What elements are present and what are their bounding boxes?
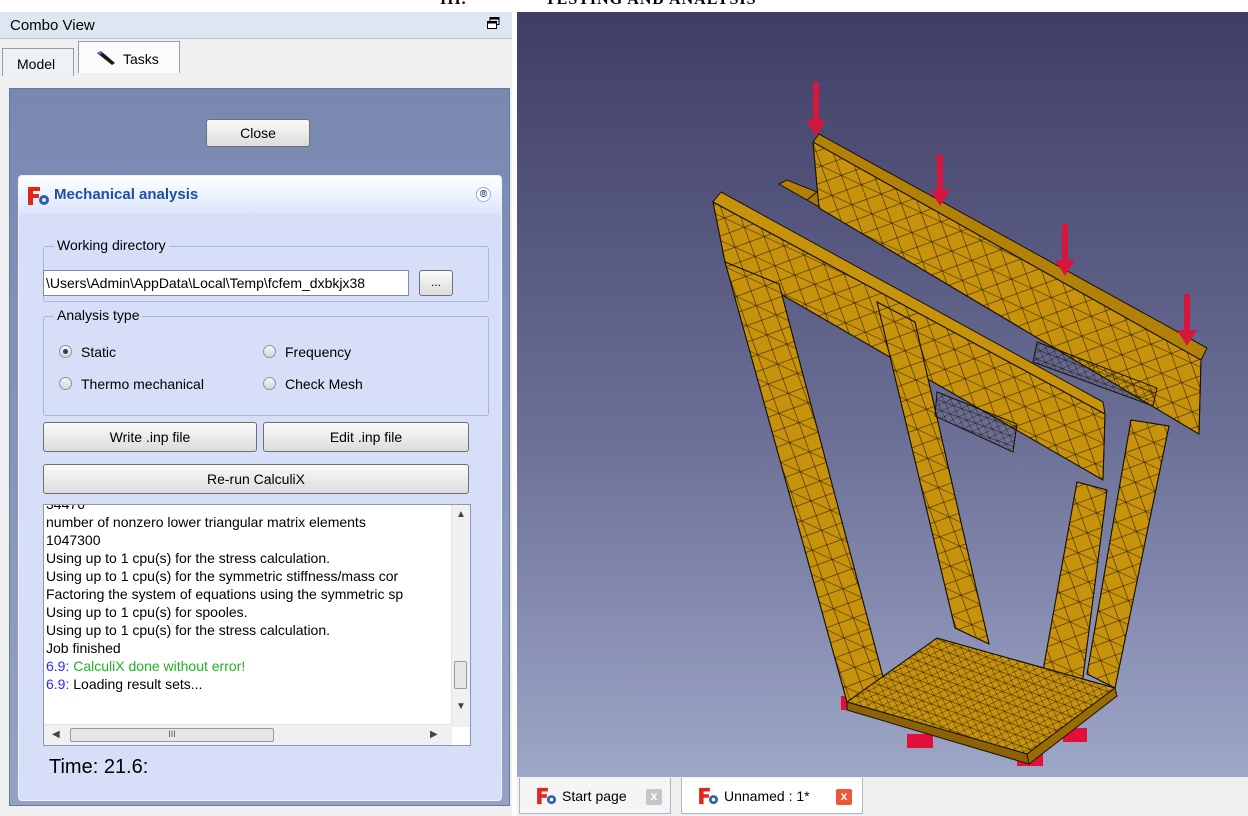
radio-static-label: Static xyxy=(81,344,117,360)
bracket-mesh xyxy=(712,133,1208,765)
log-horizontal-scrollbar[interactable]: ◀ III ▶ xyxy=(44,724,452,745)
close-tab-icon[interactable]: x xyxy=(836,789,852,805)
radio-frequency-label: Frequency xyxy=(285,344,352,360)
log-lines: 34476 number of nonzero lower triangular… xyxy=(46,504,446,693)
radio-indicator xyxy=(59,345,72,358)
log-vertical-scrollbar[interactable]: ▲ ▼ xyxy=(451,505,470,727)
scroll-thumb[interactable] xyxy=(454,661,467,689)
working-directory-input[interactable]: \Users\Admin\AppData\Local\Temp\fcfem_dx… xyxy=(43,270,409,296)
write-inp-button[interactable]: Write .inp file xyxy=(43,422,257,452)
log-status-line: 6.9: Loading result sets... xyxy=(46,675,446,693)
undock-icon[interactable] xyxy=(487,17,500,29)
log-line: Using up to 1 cpu(s) for the symmetric s… xyxy=(46,568,399,584)
tab-model[interactable]: Model xyxy=(2,48,74,76)
browse-button[interactable]: ... xyxy=(419,270,453,296)
elapsed-time: Time: 21.6: xyxy=(49,756,149,778)
tab-unnamed-document[interactable]: Unnamed : 1* x xyxy=(681,778,863,814)
rerun-calculix-button[interactable]: Re-run CalculiX xyxy=(43,464,469,494)
close-button[interactable]: Close xyxy=(206,119,310,147)
log-line: 34476 xyxy=(46,504,85,512)
working-directory-label: Working directory xyxy=(54,237,169,253)
log-line: Using up to 1 cpu(s) for the stress calc… xyxy=(46,550,331,566)
log-line: number of nonzero lower triangular matri… xyxy=(46,514,366,530)
combo-view-titlebar: Combo View xyxy=(0,12,512,39)
log-line: Job finished xyxy=(46,640,121,656)
calculix-log-output[interactable]: 34476 number of nonzero lower triangular… xyxy=(43,504,471,746)
scroll-left-arrow-icon[interactable]: ◀ xyxy=(52,729,60,740)
log-time: 6.9: xyxy=(46,658,70,674)
scroll-down-arrow-icon[interactable]: ▼ xyxy=(456,701,466,712)
analysis-type-label: Analysis type xyxy=(54,307,143,323)
log-time: 6.9: xyxy=(46,676,70,692)
log-status-line: 6.9: CalculiX done without error! xyxy=(46,657,446,675)
scroll-thumb[interactable]: III xyxy=(70,728,274,742)
header-section-title: TESTING AND ANALYSIS xyxy=(545,0,756,9)
tab-model-label: Model xyxy=(17,56,56,72)
constraint-icon xyxy=(907,734,933,748)
combo-view-panel: Combo View Model Tasks Close Mechanical … xyxy=(0,12,512,816)
analysis-type-group: Analysis type xyxy=(43,307,489,416)
tab-start-page-label: Start page xyxy=(562,788,627,804)
combo-view-title: Combo View xyxy=(10,17,95,34)
radio-indicator xyxy=(263,377,276,390)
mechanical-analysis-header[interactable]: Mechanical analysis ⦾ xyxy=(19,176,501,214)
radio-check-mesh-label: Check Mesh xyxy=(285,376,363,392)
collapse-icon[interactable]: ⦾ xyxy=(476,187,491,202)
radio-thermo-mechanical-label: Thermo mechanical xyxy=(81,376,204,392)
freecad-logo-icon xyxy=(537,787,556,805)
header-section-number: III. xyxy=(440,0,467,9)
tab-tasks[interactable]: Tasks xyxy=(78,41,180,73)
scroll-up-arrow-icon[interactable]: ▲ xyxy=(456,509,466,520)
scroll-right-arrow-icon[interactable]: ▶ xyxy=(430,729,438,740)
fem-model-render xyxy=(712,82,1208,766)
task-panel: Close Mechanical analysis ⦾ Working dire… xyxy=(9,88,510,806)
tab-start-page[interactable]: Start page x xyxy=(519,778,671,814)
radio-indicator xyxy=(263,345,276,358)
section-title: Mechanical analysis xyxy=(54,186,199,203)
log-line: Using up to 1 cpu(s) for spooles. xyxy=(46,604,248,620)
log-status-text: Loading result sets... xyxy=(69,676,203,692)
log-line: Using up to 1 cpu(s) for the stress calc… xyxy=(46,622,331,638)
document-header: III. TESTING AND ANALYSIS xyxy=(0,0,1248,10)
mechanical-analysis-box: Mechanical analysis ⦾ Working directory … xyxy=(18,175,502,801)
log-line: 1047300 xyxy=(46,532,101,548)
tab-tasks-label: Tasks xyxy=(123,51,159,67)
freecad-logo-icon xyxy=(28,187,49,205)
radio-indicator xyxy=(59,377,72,390)
arrow-down-icon xyxy=(806,82,826,136)
tab-unnamed-document-label: Unnamed : 1* xyxy=(724,788,810,804)
pencil-icon xyxy=(97,51,115,65)
close-tab-icon[interactable]: x xyxy=(646,789,662,805)
log-line: Factoring the system of equations using … xyxy=(46,586,404,602)
3d-viewport[interactable] xyxy=(517,12,1248,777)
document-tab-bar: Start page x Unnamed : 1* x xyxy=(517,777,1248,816)
edit-inp-button[interactable]: Edit .inp file xyxy=(263,422,469,452)
log-status-text: CalculiX done without error! xyxy=(69,658,246,674)
freecad-logo-icon xyxy=(699,787,718,805)
